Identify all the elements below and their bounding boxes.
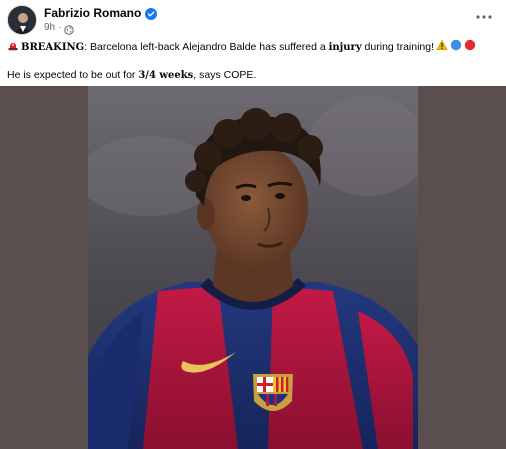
- club-crest-icon: [253, 374, 293, 411]
- globe-icon[interactable]: [64, 22, 75, 35]
- author-name[interactable]: Fabrizio Romano: [44, 6, 141, 20]
- post-header: Fabrizio Romano 9h ·: [0, 0, 506, 36]
- player-photo[interactable]: [88, 86, 418, 449]
- warning-icon: [436, 39, 448, 55]
- more-options-button[interactable]: [472, 7, 496, 27]
- duration-label: 3/4 weeks: [138, 69, 194, 81]
- post-line-2: He is expected to be out for 3/4 weeks, …: [7, 68, 501, 82]
- post-media[interactable]: [0, 86, 506, 449]
- author-avatar[interactable]: [7, 5, 37, 35]
- post-line-2-text-b: , says COPE.: [193, 68, 257, 81]
- breaking-label: BREAKING: [21, 41, 85, 53]
- facebook-post: Fabrizio Romano 9h · BREAKING: Barcelona…: [0, 0, 506, 449]
- blue-circle-icon: [450, 39, 462, 55]
- verified-badge-icon: [145, 7, 158, 20]
- injury-label: injury: [328, 41, 362, 53]
- siren-icon: [7, 39, 19, 55]
- post-meta: 9h ·: [44, 21, 75, 35]
- post-line-1-text-b: during training!: [361, 40, 435, 53]
- post-timestamp[interactable]: 9h: [44, 22, 55, 33]
- meta-separator: ·: [58, 21, 62, 33]
- post-line-1-text-a: : Barcelona left-back Alejandro Balde ha…: [84, 40, 329, 53]
- red-circle-icon: [464, 39, 476, 55]
- player-photo-image: [88, 86, 418, 449]
- more-options-icon: [476, 15, 492, 19]
- avatar-image: [8, 6, 36, 34]
- post-line-1: BREAKING: Barcelona left-back Alejandro …: [7, 39, 501, 55]
- author-row: Fabrizio Romano: [44, 5, 158, 21]
- post-line-2-text-a: He is expected to be out for: [7, 68, 139, 81]
